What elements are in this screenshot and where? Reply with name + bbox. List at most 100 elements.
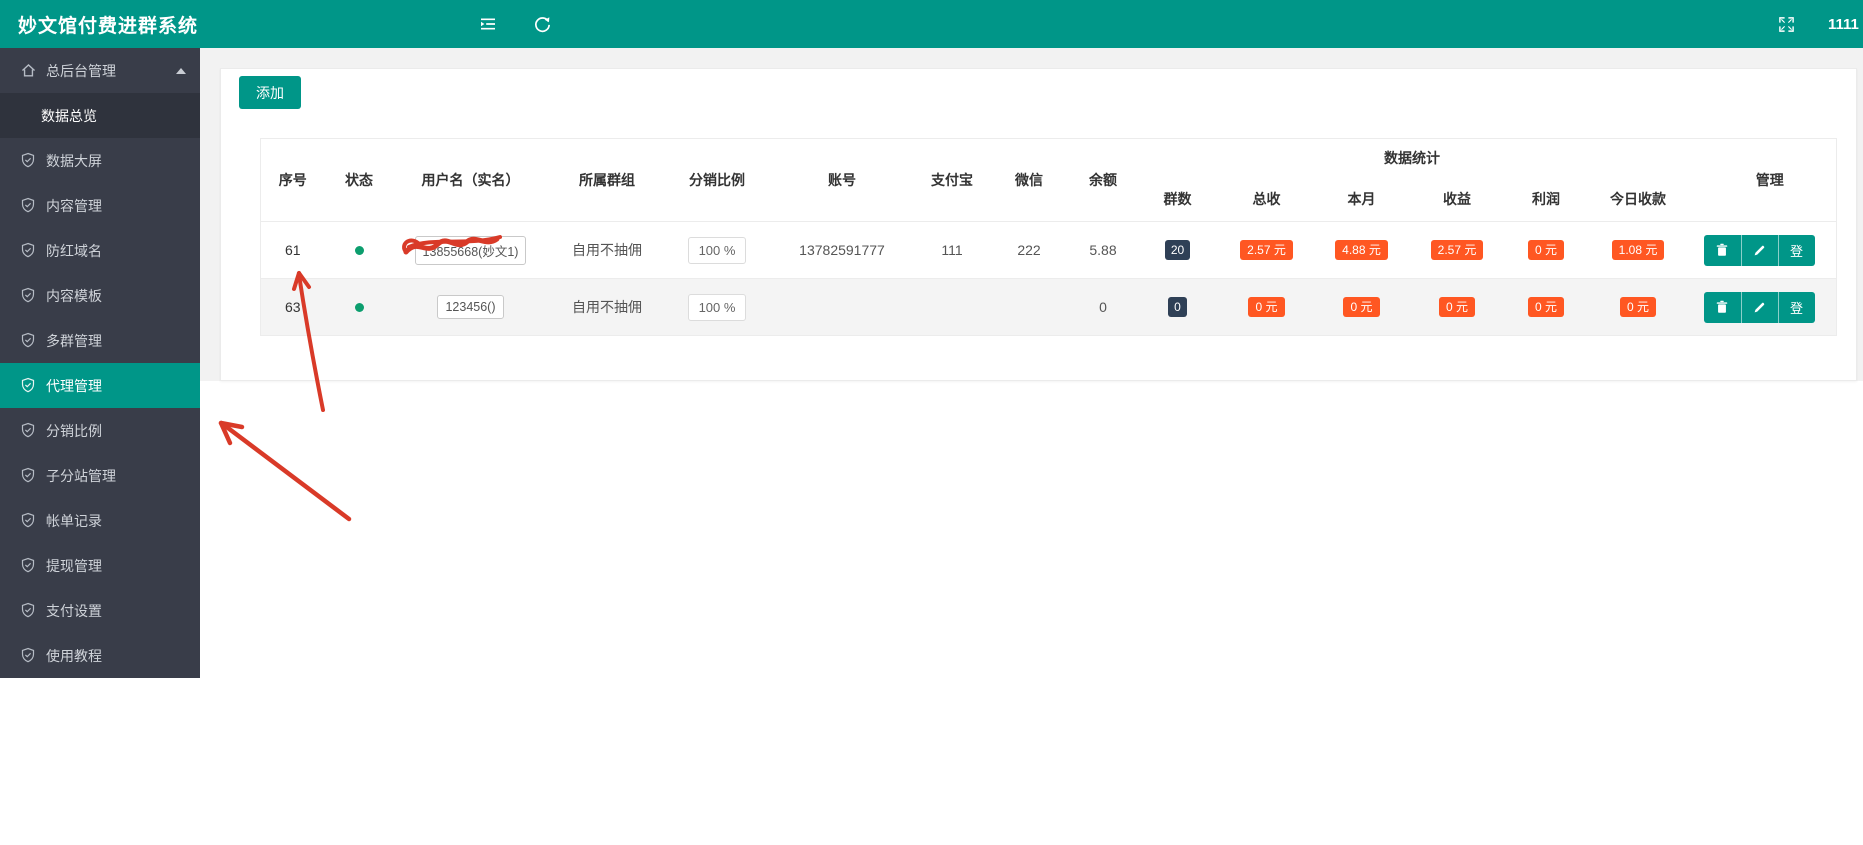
col-alipay: 支付宝: [931, 172, 973, 188]
delete-button[interactable]: [1703, 234, 1741, 266]
sidebar-item-agent-mgmt[interactable]: 代理管理: [0, 363, 200, 408]
pencil-icon: [1754, 302, 1765, 312]
sidebar-item-data-overview[interactable]: 数据总览: [0, 93, 200, 138]
cell-income: 0 元: [1410, 279, 1505, 336]
sidebar-toggle-icon[interactable]: [470, 0, 506, 48]
cell-total: 2.57 元: [1220, 222, 1314, 279]
col-wechat: 微信: [1015, 172, 1043, 188]
cell-seq: 61: [284, 242, 301, 258]
earnings-badge: 0 元: [1438, 297, 1475, 317]
home-icon: [20, 62, 37, 79]
cell-wechat: 222: [1017, 242, 1041, 258]
current-user[interactable]: 1111: [1828, 0, 1859, 48]
col-group-stats: 数据统计: [1384, 149, 1441, 166]
main-content: 添加 序号 状态 用户名（实名） 所属群组 分销比例 账号 支付宝 微信 余额 …: [200, 48, 1863, 381]
col-total-income: 总收: [1252, 190, 1281, 207]
sidebar-item-distribution-ratio[interactable]: 分销比例: [0, 408, 200, 453]
shield-icon: [20, 242, 37, 259]
sidebar-item-data-screen[interactable]: 数据大屏: [0, 138, 200, 183]
cell-today: 0 元: [1588, 279, 1689, 336]
shield-icon: [20, 197, 37, 214]
cell-income: 2.57 元: [1410, 222, 1505, 279]
ratio-field[interactable]: 100 %: [687, 293, 747, 321]
cell-profit: 0 元: [1505, 222, 1588, 279]
cell-month: 4.88 元: [1314, 222, 1410, 279]
cell-groups: 0: [1136, 279, 1220, 336]
today-income-badge: 0 元: [1620, 297, 1657, 317]
col-account: 账号: [828, 172, 856, 188]
cell-profit: 0 元: [1505, 279, 1588, 336]
cell-seq: 63: [284, 299, 301, 315]
trash-icon: [1716, 243, 1728, 256]
cell-status: [325, 222, 394, 279]
fullscreen-icon[interactable]: [1768, 0, 1804, 48]
status-dot: [354, 303, 364, 312]
edit-button[interactable]: [1740, 234, 1778, 266]
cell-status: [325, 279, 394, 336]
groups-badge: 0: [1168, 297, 1187, 317]
shield-icon: [20, 287, 37, 304]
agents-card: 添加 序号 状态 用户名（实名） 所属群组 分销比例 账号 支付宝 微信 余额 …: [220, 68, 1857, 381]
username-field[interactable]: 13855668(妙文1): [414, 235, 527, 265]
cell-group: 自用不抽佣: [572, 242, 642, 258]
col-today-income: 今日收款: [1610, 190, 1667, 207]
earnings-badge: 2.57 元: [1430, 240, 1484, 260]
username-field[interactable]: 123456(): [437, 295, 504, 319]
refresh-icon[interactable]: [524, 0, 560, 48]
cell-alipay: [917, 279, 988, 336]
shield-icon: [20, 467, 37, 484]
login-button[interactable]: 登: [1777, 234, 1815, 266]
cell-manage: 登: [1689, 222, 1837, 279]
sidebar: 总后台管理 数据总览 数据大屏 内容管理 防红域名 内容模板 多群管理 代理管理…: [0, 48, 200, 678]
cell-ratio: 100 %: [667, 222, 768, 279]
month-income-badge: 4.88 元: [1335, 240, 1388, 260]
trash-icon: [1716, 300, 1728, 313]
cell-today: 1.08 元: [1588, 222, 1689, 279]
shield-icon: [20, 557, 37, 574]
col-groups-count: 群数: [1163, 190, 1192, 207]
col-ratio: 分销比例: [689, 172, 745, 188]
sidebar-item-substation-mgmt[interactable]: 子分站管理: [0, 453, 200, 498]
total-income-badge: 2.57 元: [1240, 240, 1293, 260]
col-profit: 利润: [1532, 190, 1560, 207]
col-manage: 管理: [1755, 172, 1784, 188]
sidebar-section-label: 总后台管理: [46, 62, 116, 79]
shield-icon: [20, 332, 37, 349]
cell-username: 123456(): [394, 279, 548, 336]
sidebar-item-antired-domain[interactable]: 防红域名: [0, 228, 200, 273]
sidebar-item-tutorial[interactable]: 使用教程: [0, 633, 200, 678]
cell-alipay: 111: [941, 242, 963, 258]
sidebar-item-billing-records[interactable]: 帐单记录: [0, 498, 200, 543]
top-bar: 妙文馆付费进群系统 1111: [0, 0, 1863, 48]
sidebar-item-multi-group[interactable]: 多群管理: [0, 318, 200, 363]
col-month-income: 本月: [1347, 190, 1376, 207]
shield-icon: [20, 647, 37, 664]
shield-icon: [20, 512, 37, 529]
month-income-badge: 0 元: [1343, 297, 1380, 317]
ratio-field[interactable]: 100 %: [687, 236, 747, 264]
table-row: 63 123456() 自用不抽佣 100 % 0 0 0 元 0 元 0 元 …: [260, 278, 1837, 336]
cell-total: 0 元: [1220, 279, 1314, 336]
sidebar-item-content-mgmt[interactable]: 内容管理: [0, 183, 200, 228]
caret-up-icon: [176, 68, 186, 74]
agents-table: 序号 状态 用户名（实名） 所属群组 分销比例 账号 支付宝 微信 余额 数据统…: [260, 138, 1838, 336]
add-button[interactable]: 添加: [239, 76, 301, 109]
cell-wechat: [988, 279, 1071, 336]
cell-manage: 登: [1689, 279, 1837, 336]
sidebar-section-main-admin[interactable]: 总后台管理: [0, 48, 200, 93]
shield-icon: [20, 602, 37, 619]
groups-badge: 20: [1164, 240, 1191, 260]
sidebar-item-withdrawal-mgmt[interactable]: 提现管理: [0, 543, 200, 588]
col-username: 用户名（实名）: [421, 172, 520, 188]
sidebar-item-payment-settings[interactable]: 支付设置: [0, 588, 200, 633]
delete-button[interactable]: [1703, 291, 1741, 323]
login-button[interactable]: 登: [1777, 291, 1815, 323]
profit-badge: 0 元: [1527, 297, 1564, 317]
shield-icon: [20, 152, 37, 169]
edit-button[interactable]: [1740, 291, 1778, 323]
sidebar-item-content-template[interactable]: 内容模板: [0, 273, 200, 318]
shield-icon: [20, 422, 37, 439]
col-balance: 余额: [1089, 172, 1117, 188]
col-seq: 序号: [278, 172, 307, 188]
cell-balance: 5.88: [1089, 242, 1117, 258]
